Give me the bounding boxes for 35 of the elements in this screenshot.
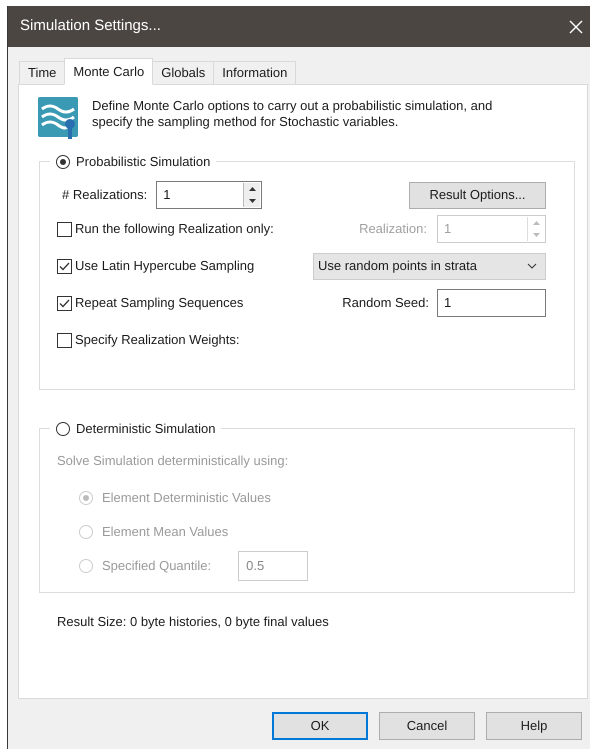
dialog-button[interactable]: OK: [272, 712, 368, 740]
dialog-button[interactable]: Cancel: [379, 712, 475, 740]
probabilistic-label: Probabilistic Simulation: [76, 153, 210, 171]
tab[interactable]: Monte Carlo: [64, 58, 154, 85]
random-seed-field[interactable]: 1: [437, 289, 546, 317]
spinner-arrows-icon[interactable]: [243, 183, 260, 207]
result-options-button[interactable]: Result Options...: [409, 182, 546, 208]
chevron-down-icon: [527, 263, 537, 269]
method-label: Specified Quantile:: [102, 556, 212, 575]
checkbox-label: Repeat Sampling Sequences: [75, 294, 244, 312]
checkbox[interactable]: [57, 332, 72, 348]
tab[interactable]: Information: [213, 61, 296, 85]
realizations-label: # Realizations:: [62, 186, 148, 204]
checkbox-label: Use Latin Hypercube Sampling: [75, 257, 254, 276]
result-size-text: Result Size: 0 byte histories, 0 byte final values: [57, 613, 330, 631]
intro-text: Define Monte Carlo options to carry out a probabilistic simulation, and specify the sampling method for Stochastic variables.: [92, 97, 494, 130]
dialog-button[interactable]: Help: [486, 712, 582, 740]
window-title: Simulation Settings...: [20, 16, 161, 36]
method-label: Element Mean Values: [102, 522, 228, 541]
deterministic-prompt: Solve Simulation deterministically using:: [57, 452, 290, 470]
method-label: Element Deterministic Values: [102, 488, 271, 507]
close-icon[interactable]: [568, 18, 584, 34]
checkbox-label: Specify Realization Weights:: [75, 331, 240, 350]
random-seed-label: Random Seed:: [342, 294, 429, 312]
tab[interactable]: Time: [19, 61, 66, 85]
checkbox[interactable]: [57, 296, 72, 310]
waves-wrench-icon: [38, 97, 78, 139]
deterministic-label: Deterministic Simulation: [76, 420, 216, 438]
realizations-field[interactable]: 1: [156, 181, 262, 209]
realization-label: Realization:: [359, 220, 427, 238]
checkbox[interactable]: [57, 258, 72, 274]
sampling-dropdown[interactable]: Use random points in strata: [313, 252, 546, 280]
checkbox-label: Run the following Realization only:: [75, 220, 274, 238]
checkbox[interactable]: [57, 222, 72, 236]
radio-button[interactable]: [56, 154, 70, 169]
